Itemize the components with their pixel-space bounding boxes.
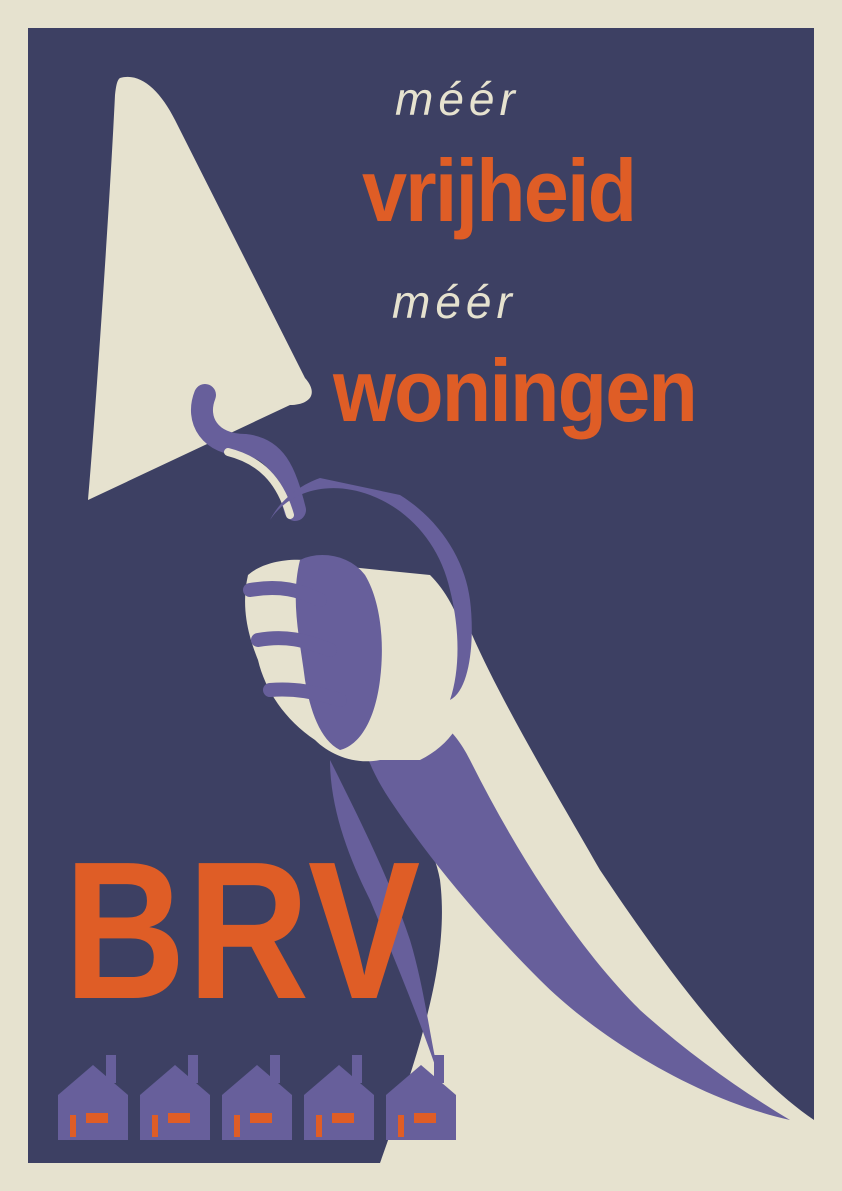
house-icon <box>140 1055 210 1140</box>
headline-line2-small: méér <box>392 276 517 328</box>
house-icon <box>222 1055 292 1140</box>
house-icon <box>58 1055 128 1140</box>
headline-line1-big: vrijheid <box>362 141 637 240</box>
headline-line1-small: méér <box>395 73 520 125</box>
house-icon <box>304 1055 374 1140</box>
headline-line2-big: woningen <box>333 341 698 440</box>
houses-row <box>58 1055 456 1140</box>
party-logo-text: BRV <box>64 821 423 1040</box>
